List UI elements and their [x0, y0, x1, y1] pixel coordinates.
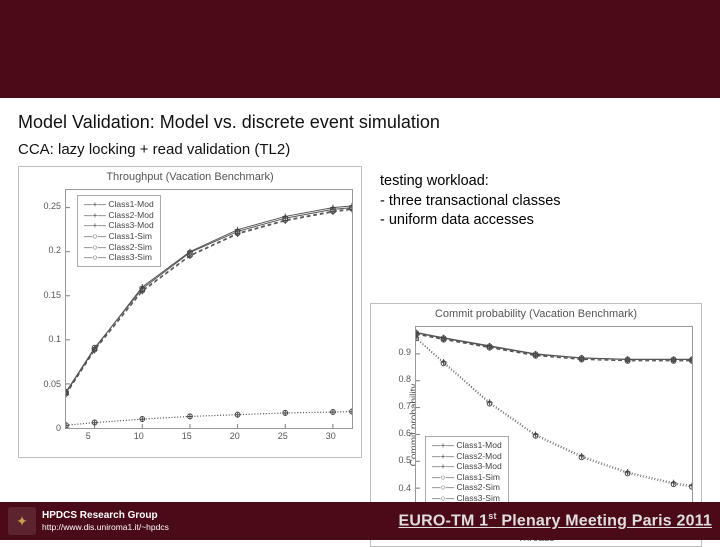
group-url: http://www.dis.uniroma1.it/~hpdcs	[42, 522, 169, 532]
page-title: Model Validation: Model vs. discrete eve…	[18, 112, 702, 133]
x-tick-label: 10	[134, 431, 144, 441]
chart-title-right: Commit probability (Vacation Benchmark)	[371, 304, 701, 320]
y-tick-label: 0.05	[31, 379, 61, 389]
y-tick-label: 0.6	[381, 428, 411, 438]
workload-line: - uniform data accesses	[380, 211, 650, 231]
legend-item: —+— Class2-Mod	[84, 210, 154, 221]
legend-item: —○— Class2-Sim	[432, 482, 502, 493]
workload-line: testing workload:	[380, 172, 650, 192]
logo-icon: ✦	[8, 507, 36, 535]
x-tick-label: 15	[182, 431, 192, 441]
legend-item: —○— Class1-Sim	[84, 231, 154, 242]
y-tick-label: 0.9	[381, 347, 411, 357]
footer-left: ✦ HPDCS Research Group http://www.dis.un…	[8, 507, 169, 535]
y-tick-label: 0.2	[31, 245, 61, 255]
main-content: Model Validation: Model vs. discrete eve…	[0, 98, 720, 547]
legend-item: —+— Class1-Mod	[432, 440, 502, 451]
legend-item: —○— Class1-Sim	[432, 472, 502, 483]
legend-left: —+— Class1-Mod—+— Class2-Mod—+— Class3-M…	[77, 195, 161, 267]
title-band	[0, 0, 720, 98]
legend-item: —+— Class3-Mod	[84, 220, 154, 231]
y-tick-label: 0.7	[381, 401, 411, 411]
x-tick-label: 5	[86, 431, 91, 441]
x-tick-label: 30	[326, 431, 336, 441]
legend-item: —+— Class2-Mod	[432, 451, 502, 462]
workload-description: testing workload: - three transactional …	[380, 172, 650, 231]
legend-item: —+— Class3-Mod	[432, 461, 502, 472]
event-title: EURO-TM 1st Plenary Meeting Paris 2011	[398, 511, 712, 530]
throughput-chart: Throughput (Vacation Benchmark) Transact…	[18, 166, 362, 458]
x-tick-label: 20	[230, 431, 240, 441]
footer-band: ✦ HPDCS Research Group http://www.dis.un…	[0, 502, 720, 540]
y-tick-label: 0.5	[381, 455, 411, 465]
y-tick-label: 0.4	[381, 483, 411, 493]
page-subtitle: CCA: lazy locking + read validation (TL2…	[18, 141, 702, 158]
legend-item: —○— Class2-Sim	[84, 242, 154, 253]
y-tick-label: 0.15	[31, 290, 61, 300]
y-tick-label: 0.1	[31, 334, 61, 344]
legend-item: —○— Class3-Sim	[84, 252, 154, 263]
legend-item: —+— Class1-Mod	[84, 199, 154, 210]
y-tick-label: 0.8	[381, 374, 411, 384]
y-tick-label: 0.25	[31, 201, 61, 211]
workload-line: - three transactional classes	[380, 192, 650, 212]
chart-title-left: Throughput (Vacation Benchmark)	[19, 167, 361, 183]
y-tick-label: 0	[31, 423, 61, 433]
group-name: HPDCS Research Group	[42, 510, 169, 522]
legend-right: —+— Class1-Mod—+— Class2-Mod—+— Class3-M…	[425, 436, 509, 508]
x-tick-label: 25	[278, 431, 288, 441]
